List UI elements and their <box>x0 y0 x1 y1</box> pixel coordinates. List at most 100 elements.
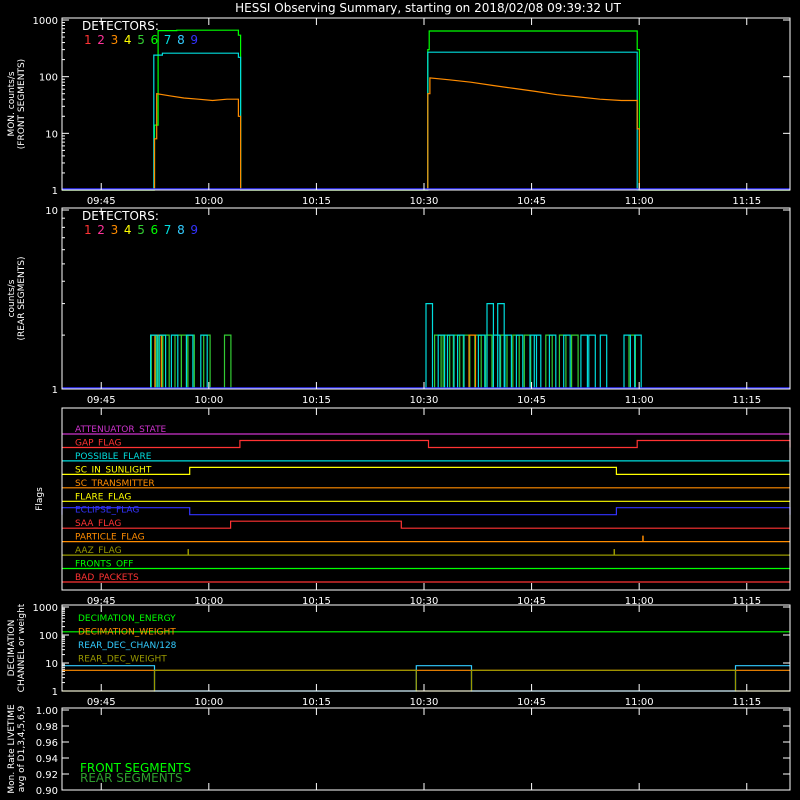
rear-detector-number: 1 <box>84 223 92 237</box>
rear-xtick-label: 10:30 <box>410 395 439 406</box>
front-detector-number: 6 <box>151 33 159 47</box>
flag-trace <box>62 466 790 475</box>
rear-count-spike <box>563 334 571 389</box>
rear-xtick-label: 11:00 <box>625 395 654 406</box>
rear-detector-number: 5 <box>137 223 145 237</box>
chart-title: HESSI Observing Summary, starting on 201… <box>235 1 621 15</box>
decimation-legend-label: REAR_DEC_CHAN/128 <box>78 641 177 651</box>
front-detector-number: 3 <box>111 33 119 47</box>
rear-xtick-label: 09:45 <box>87 395 116 406</box>
front-detector-number: 4 <box>124 33 132 47</box>
front-xtick-label: 11:00 <box>625 196 654 207</box>
hessi-observing-summary: HESSI Observing Summary, starting on 201… <box>0 0 800 800</box>
decimation-legend-label: DECIMATION_ENERGY <box>78 614 176 624</box>
decimation-ytick-label: 1 <box>52 687 58 698</box>
flags-ylabel-line: Flags <box>35 487 45 511</box>
rear-detector-number: 2 <box>97 223 105 237</box>
front-panel: 09:45 10:00 10:15 10:30 10:45 11:00 11:15 1 10 10… <box>7 16 791 207</box>
rear-count-spike <box>580 334 589 389</box>
rear-count-spike <box>425 303 434 389</box>
rear-count-spike <box>223 334 232 389</box>
decimation-xtick-label: 10:30 <box>410 697 439 708</box>
decimation-ytick-label: 100 <box>39 631 58 642</box>
front-detectors-label: DETECTORS: <box>82 19 159 33</box>
rear-detectors-label: DETECTORS: <box>82 209 159 223</box>
front-ylabel: MON. counts/s(FRONT SEGMENTS) <box>7 59 27 149</box>
livetime-panel: 0.90 0.92 0.94 0.96 0.98 1.00 Mon. Rate LIVETI… <box>7 704 791 797</box>
decimation-legend-label: DECIMATION_WEIGHT <box>78 628 176 638</box>
livetime-ytick-label: 0.90 <box>36 786 58 797</box>
front-xtick-label: 11:15 <box>732 196 761 207</box>
rear-xtick-label: 10:00 <box>194 395 223 406</box>
rear-count-spike <box>492 334 501 389</box>
rear-detector-number: 4 <box>124 223 132 237</box>
front-xtick-label: 10:45 <box>517 196 546 207</box>
rear-detector-number: 3 <box>111 223 119 237</box>
livetime-legend-label: REAR SEGMENTS <box>80 771 183 785</box>
decimation-xtick-label: 10:00 <box>194 697 223 708</box>
rear-detector-number: 9 <box>190 223 198 237</box>
rear-count-spike <box>558 334 567 389</box>
rear-xtick-label: 11:15 <box>732 395 761 406</box>
livetime-ytick-label: 0.98 <box>36 722 58 733</box>
rear-xtick-label: 10:15 <box>302 395 331 406</box>
front-detector-number: 7 <box>164 33 172 47</box>
rear-count-spike <box>533 334 542 389</box>
rear-xtick-label: 10:45 <box>517 395 546 406</box>
flags-frame <box>61 407 791 591</box>
flags-ylabel: Flags <box>35 487 45 511</box>
livetime-ylabel: Mon. Rate LIVETIMEavg of D1,3,4,5,6,9 <box>7 704 27 794</box>
livetime-ylabel-line: avg of D1,3,4,5,6,9 <box>17 705 27 792</box>
livetime-ytick-label: 0.92 <box>36 770 58 781</box>
front-detector-number: 5 <box>137 33 145 47</box>
front-xtick-label: 10:30 <box>410 196 439 207</box>
rear-count-spike <box>570 334 579 389</box>
front-detector-number: 8 <box>177 33 185 47</box>
rear-ylabel-line: (REAR SEGMENTS) <box>17 256 27 340</box>
decimation-ylabel: DECIMATIONCHANNEL or weight <box>7 603 27 692</box>
front-detector-number: 2 <box>97 33 105 47</box>
rear-count-spike <box>588 334 596 389</box>
livetime-ytick-label: 0.94 <box>36 754 58 765</box>
rear-count-spike <box>504 334 512 389</box>
front-series-line <box>62 51 790 191</box>
decimation-legend-label: REAR_DEC_WEIGHT <box>78 655 167 665</box>
front-ylabel-line: MON. counts/s <box>7 71 17 136</box>
decimation-ylabel-line: DECIMATION <box>7 620 17 677</box>
decimation-ytick-label: 10 <box>45 659 58 670</box>
rear-ylabel: counts/s(REAR SEGMENTS) <box>7 256 27 340</box>
livetime-ytick-label: 0.96 <box>36 738 58 749</box>
decimation-ylabel-line: CHANNEL or weight <box>17 603 27 692</box>
rear-ylabel-line: counts/s <box>7 279 17 317</box>
front-series-line <box>62 77 790 191</box>
flag-trace <box>61 507 791 516</box>
decimation-xtick-label: 10:15 <box>302 697 331 708</box>
decimation-panel: DECIMATION_ENERGY DECIMATION_WEIGHT REAR_D… <box>7 603 791 708</box>
front-ytick-label: 1 <box>52 186 58 197</box>
rear-detector-number: 6 <box>151 223 159 237</box>
decimation-series-line <box>62 669 790 692</box>
rear-ytick-label: 1 <box>52 385 58 396</box>
front-ylabel-line: (FRONT SEGMENTS) <box>17 59 27 149</box>
livetime-ytick-label: 1.00 <box>36 706 58 717</box>
rear-ytick-label: 10 <box>45 206 58 217</box>
decimation-xtick-label: 10:45 <box>517 697 546 708</box>
front-xtick-label: 10:00 <box>194 196 223 207</box>
front-detector-number: 1 <box>84 33 92 47</box>
front-ytick-label: 10 <box>45 129 58 140</box>
flag-trace <box>62 439 791 449</box>
front-xtick-label: 09:45 <box>87 196 116 207</box>
summary-plot: HESSI Observing Summary, starting on 201… <box>7 1 791 797</box>
decimation-ytick-label: 1000 <box>33 603 58 614</box>
decimation-xtick-label: 11:00 <box>625 697 654 708</box>
front-series-line <box>62 29 790 191</box>
decimation-series-line <box>62 665 790 692</box>
livetime-ylabel-line: Mon. Rate LIVETIME <box>7 704 17 794</box>
rear-panel: 09:45 10:00 10:15 10:30 10:45 11:00 11:15 1 10 co… <box>7 206 791 406</box>
flag-trace <box>62 520 790 529</box>
front-ytick-label: 100 <box>39 73 58 84</box>
rear-detector-number: 8 <box>177 223 185 237</box>
front-xtick-label: 10:15 <box>302 196 331 207</box>
front-ytick-label: 1000 <box>33 16 58 27</box>
decimation-xtick-label: 11:15 <box>732 697 761 708</box>
